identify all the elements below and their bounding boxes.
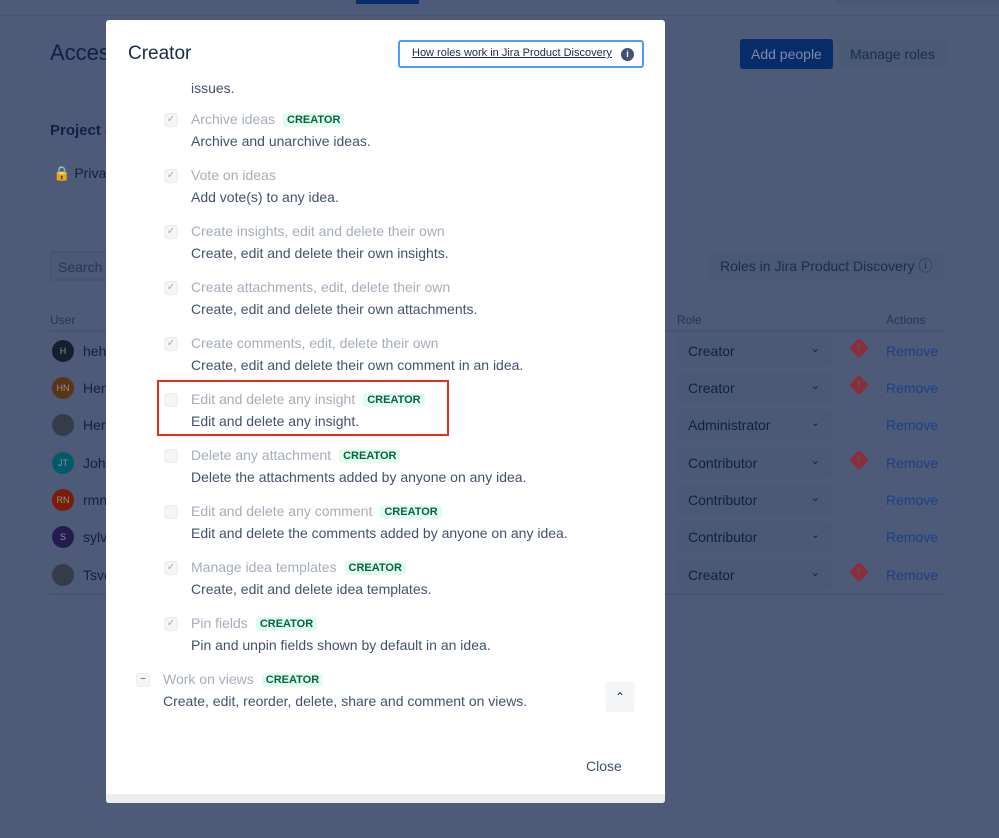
- unchecked-checkbox[interactable]: [164, 505, 178, 519]
- chevron-down-icon: ⌄: [810, 529, 820, 541]
- role-select[interactable]: Creator ⌄: [677, 373, 832, 403]
- remove-link[interactable]: Remove: [886, 492, 938, 508]
- role-details-modal: Creator How roles work in Jira Product D…: [106, 20, 665, 803]
- permission-description: Create, edit and delete their own commen…: [191, 357, 524, 373]
- permission-title: Work on views: [163, 671, 254, 687]
- close-button[interactable]: Close: [586, 758, 622, 774]
- add-people-button[interactable]: Add people: [740, 39, 833, 69]
- permission-description: Archive and unarchive ideas.: [191, 133, 371, 149]
- role-select[interactable]: Creator ⌄: [677, 336, 832, 366]
- user-name[interactable]: rmn: [83, 492, 107, 508]
- avatar: H: [52, 340, 74, 362]
- chevron-down-icon: ⌄: [810, 455, 820, 467]
- chevron-down-icon: ⌄: [810, 567, 820, 579]
- role-select[interactable]: Contributor ⌄: [677, 485, 832, 515]
- nav-search[interactable]: [836, 0, 999, 3]
- permission-description: Create, edit and delete their own insigh…: [191, 245, 449, 261]
- checked-checkbox[interactable]: ✓: [164, 169, 178, 183]
- chevron-down-icon: ⌄: [810, 492, 820, 504]
- chevron-down-icon: ⌄: [810, 380, 820, 392]
- remove-link[interactable]: Remove: [886, 455, 938, 471]
- checked-checkbox[interactable]: ✓: [164, 561, 178, 575]
- remove-link[interactable]: Remove: [886, 343, 938, 359]
- permission-title: Create attachments, edit, delete their o…: [191, 279, 451, 295]
- remove-link[interactable]: Remove: [886, 380, 938, 396]
- checked-checkbox[interactable]: ✓: [164, 617, 178, 631]
- avatar: [52, 414, 74, 436]
- creator-badge: CREATOR: [380, 505, 442, 519]
- avatar: S: [52, 526, 74, 548]
- checked-checkbox[interactable]: ✓: [164, 113, 178, 127]
- permission-description: Pin and unpin fields shown by default in…: [191, 637, 491, 653]
- permission-description: Edit and delete the comments added by an…: [191, 525, 568, 541]
- permission-description: Delete the attachments added by anyone o…: [191, 469, 527, 485]
- creator-badge: CREATOR: [283, 113, 345, 127]
- permission-title: Archive ideas: [191, 111, 276, 127]
- column-role: Role: [677, 313, 702, 327]
- warning-icon: !: [849, 338, 869, 358]
- info-icon: i: [621, 48, 634, 61]
- permission-title: Edit and delete any comment: [191, 503, 373, 519]
- chevron-down-icon: ⌄: [810, 417, 820, 429]
- modal-title: Creator: [128, 43, 192, 64]
- highlight-box: [157, 380, 449, 436]
- permission-description: Add vote(s) to any idea.: [191, 189, 339, 205]
- permission-description: Create, edit and delete idea templates.: [191, 581, 432, 597]
- permission-title: Pin fields: [191, 615, 248, 631]
- checked-checkbox[interactable]: ✓: [164, 281, 178, 295]
- avatar: JT: [52, 452, 74, 474]
- remove-link[interactable]: Remove: [886, 417, 938, 433]
- permission-title: Create insights, edit and delete their o…: [191, 223, 445, 239]
- creator-badge: CREATOR: [255, 617, 318, 631]
- info-icon: ⓘ: [918, 258, 933, 274]
- role-select[interactable]: Creator ⌄: [677, 560, 832, 590]
- chevron-up-icon[interactable]: ⌃: [605, 682, 635, 712]
- role-select[interactable]: Contributor ⌄: [677, 448, 832, 478]
- creator-badge: CREATOR: [344, 561, 406, 575]
- checked-checkbox[interactable]: ✓: [164, 337, 178, 351]
- top-nav: [0, 0, 999, 16]
- lock-icon: 🔒: [53, 165, 71, 181]
- column-actions: Actions: [886, 313, 926, 327]
- manage-roles-button[interactable]: Manage roles: [839, 39, 946, 69]
- creator-badge: CREATOR: [261, 673, 324, 687]
- permission-title: Delete any attachment: [191, 447, 332, 463]
- chevron-down-icon: ⌄: [810, 343, 820, 355]
- unchecked-checkbox[interactable]: [164, 449, 178, 463]
- avatar: [52, 564, 74, 586]
- avatar: RN: [52, 489, 74, 511]
- permission-description: Create, edit, reorder, delete, share and…: [163, 693, 528, 709]
- role-select[interactable]: Administrator ⌄: [677, 410, 832, 440]
- checked-checkbox[interactable]: ✓: [164, 225, 178, 239]
- roles-info-button[interactable]: Roles in Jira Product Discovery ⓘ: [709, 251, 944, 281]
- modal-scrollbar: [106, 794, 665, 803]
- avatar: HN: [52, 377, 74, 399]
- creator-badge: CREATOR: [339, 449, 401, 463]
- remove-link[interactable]: Remove: [886, 529, 938, 545]
- permission-description: Create, edit and delete their own attach…: [191, 301, 478, 317]
- column-user: User: [50, 313, 76, 327]
- indeterminate-checkbox[interactable]: −: [136, 673, 150, 687]
- role-select[interactable]: Contributor ⌄: [677, 522, 832, 552]
- nav-button[interactable]: [356, 0, 419, 4]
- permission-title: Manage idea templates: [191, 559, 337, 575]
- permission-description: issues.: [191, 80, 235, 96]
- permission-title: Create comments, edit, delete their own: [191, 335, 439, 351]
- permission-title: Vote on ideas: [191, 167, 276, 183]
- remove-link[interactable]: Remove: [886, 567, 938, 583]
- help-link[interactable]: How roles work in Jira Product Discovery…: [398, 40, 644, 68]
